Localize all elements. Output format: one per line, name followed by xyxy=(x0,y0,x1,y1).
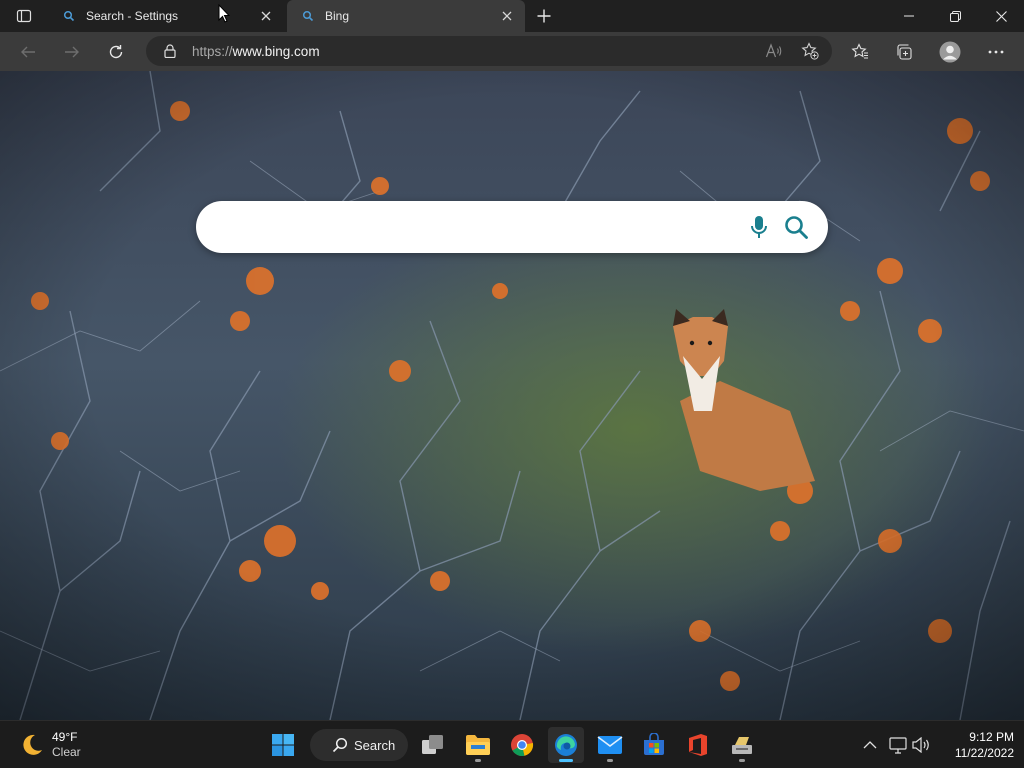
favorites-button[interactable] xyxy=(846,38,874,66)
tab-actions-button[interactable] xyxy=(10,6,38,26)
close-tab-icon[interactable] xyxy=(256,6,276,26)
refresh-icon xyxy=(109,45,123,59)
restore-button[interactable] xyxy=(932,0,978,32)
task-view-button[interactable] xyxy=(415,727,451,763)
running-indicator xyxy=(739,759,745,762)
add-favorite-icon[interactable] xyxy=(800,41,820,61)
bing-search-box[interactable] xyxy=(196,201,828,253)
weather-widget[interactable]: 49°F Clear xyxy=(18,729,81,761)
arrow-left-icon xyxy=(21,46,35,58)
start-button[interactable] xyxy=(265,727,301,763)
collections-button[interactable] xyxy=(890,38,918,66)
avatar xyxy=(939,41,961,63)
plus-icon xyxy=(537,9,551,23)
forward-button[interactable] xyxy=(58,38,86,66)
running-indicator xyxy=(607,759,613,762)
tab-actions-icon xyxy=(16,9,32,23)
tab-title: Bing xyxy=(325,9,350,23)
tab-strip: Search - Settings Bing xyxy=(0,0,1024,32)
volume-button[interactable] xyxy=(910,733,934,757)
read-aloud-icon[interactable] xyxy=(764,41,784,61)
moon-icon xyxy=(23,734,42,755)
close-tab-icon[interactable] xyxy=(497,6,517,26)
search-input[interactable] xyxy=(220,213,740,241)
arrow-right-icon xyxy=(65,46,79,58)
settings-menu-button[interactable] xyxy=(982,38,1010,66)
address-bar[interactable]: https://www.bing.com xyxy=(146,36,832,66)
chevron-up-icon xyxy=(863,741,877,749)
edge-button[interactable] xyxy=(548,727,584,763)
minimize-button[interactable] xyxy=(886,0,932,32)
office-button[interactable] xyxy=(680,727,716,763)
mouse-cursor-icon xyxy=(218,4,230,23)
minimize-icon xyxy=(904,15,914,17)
background-image-fox-in-shrubs xyxy=(0,71,1024,720)
chrome-button[interactable] xyxy=(504,727,540,763)
clock-time: 9:12 PM xyxy=(969,730,1014,744)
clock[interactable]: 9:12 PM 11/22/2022 xyxy=(944,729,1014,761)
taskbar-search-label: Search xyxy=(354,737,396,753)
favorites-icon xyxy=(851,43,868,59)
refresh-button[interactable] xyxy=(102,38,130,66)
close-icon xyxy=(995,10,1007,22)
file-explorer-button[interactable] xyxy=(460,727,496,763)
url-text[interactable]: https://www.bing.com xyxy=(192,44,320,59)
url-host: www.bing.com xyxy=(232,43,320,59)
back-button[interactable] xyxy=(14,38,42,66)
taskbar: 49°F Clear Search 9:12 PM 11/22/2022 xyxy=(0,720,1024,768)
taskbar-search-button[interactable]: Search xyxy=(310,729,408,761)
restore-icon xyxy=(949,10,961,22)
task-view-icon xyxy=(422,735,443,754)
app-button[interactable] xyxy=(724,727,760,763)
edge-icon xyxy=(555,734,577,756)
search-icon xyxy=(332,737,348,753)
network-status-button[interactable] xyxy=(886,733,910,757)
more-icon xyxy=(988,50,1004,54)
profile-button[interactable] xyxy=(936,38,964,66)
collections-icon xyxy=(897,44,912,60)
running-indicator xyxy=(475,759,481,762)
speaker-icon xyxy=(912,737,929,753)
store-icon xyxy=(644,733,664,755)
chrome-icon xyxy=(511,734,534,756)
windows-start-icon xyxy=(272,734,294,756)
weather-condition: Clear xyxy=(52,745,81,759)
app-icon xyxy=(732,737,752,754)
browser-toolbar: https://www.bing.com xyxy=(0,32,1024,71)
store-button[interactable] xyxy=(636,727,672,763)
mail-icon xyxy=(597,736,623,754)
mail-button[interactable] xyxy=(592,727,628,763)
new-tab-button[interactable] xyxy=(533,5,555,27)
weather-temperature: 49°F xyxy=(52,730,78,744)
show-hidden-icons-button[interactable] xyxy=(858,733,882,757)
microphone-icon[interactable] xyxy=(746,214,772,240)
close-window-button[interactable] xyxy=(978,0,1024,32)
url-protocol: https:// xyxy=(192,43,233,59)
lock-icon[interactable] xyxy=(162,43,178,59)
tab-search-settings[interactable]: Search - Settings xyxy=(48,0,284,32)
page-viewport xyxy=(0,71,1024,720)
search-icon xyxy=(301,9,315,23)
running-indicator xyxy=(559,759,573,762)
tab-bing[interactable]: Bing xyxy=(287,0,525,32)
search-icon[interactable] xyxy=(782,213,810,241)
clock-date: 11/22/2022 xyxy=(954,746,1014,760)
office-icon xyxy=(689,734,707,756)
search-icon xyxy=(62,9,76,23)
network-icon xyxy=(889,737,907,754)
folder-icon xyxy=(466,735,490,755)
tab-title: Search - Settings xyxy=(86,9,179,23)
